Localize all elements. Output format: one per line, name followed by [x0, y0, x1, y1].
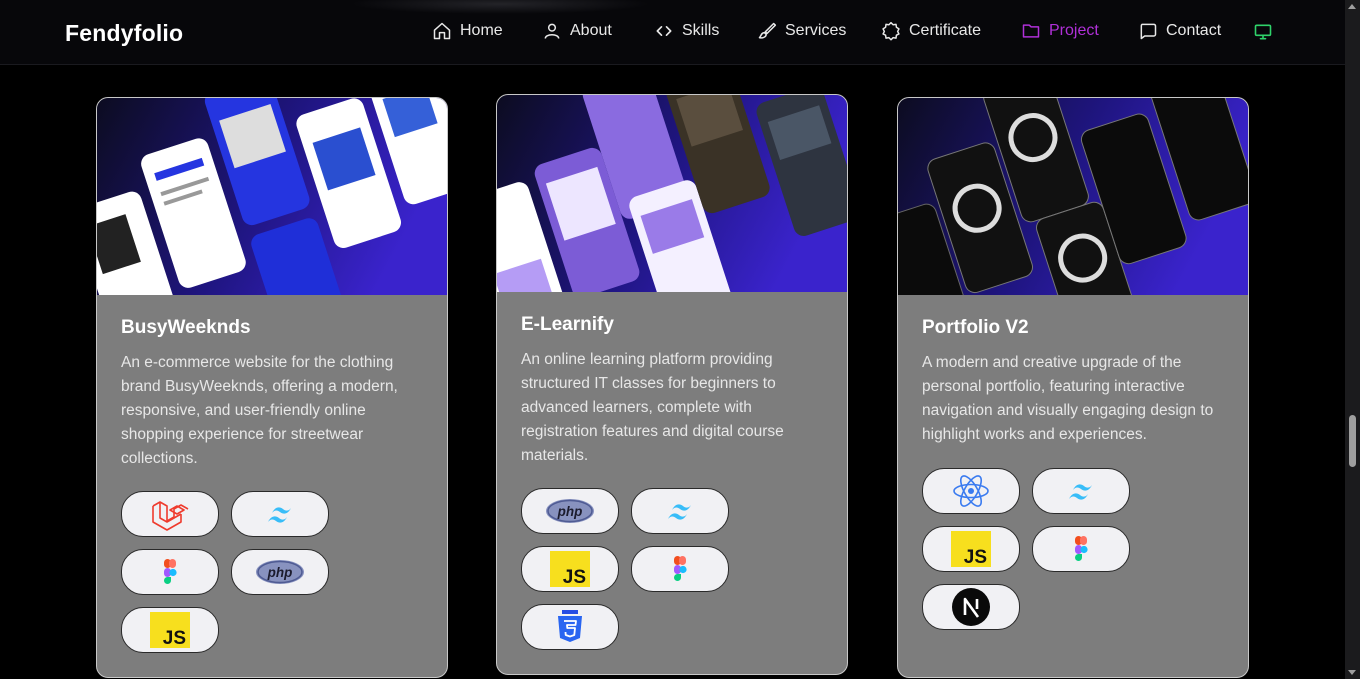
nav-label-project: Project	[1049, 22, 1099, 39]
nav-label-about: About	[570, 22, 612, 39]
project-thumbnail	[97, 98, 447, 295]
home-icon	[433, 22, 451, 40]
project-thumbnail	[497, 95, 847, 292]
nav-label-skills: Skills	[682, 22, 720, 39]
laravel-icon	[121, 491, 219, 537]
php-icon	[521, 488, 619, 534]
javascript-icon	[121, 607, 219, 653]
chat-icon	[1140, 23, 1157, 40]
project-card[interactable]: BusyWeeknds An e-commerce website for th…	[96, 97, 448, 678]
nav-label-certificate: Certificate	[909, 22, 982, 39]
javascript-icon	[922, 526, 1020, 572]
nav-label-contact: Contact	[1166, 22, 1222, 39]
scroll-up-arrow-icon[interactable]	[1348, 4, 1356, 9]
project-title: BusyWeeknds	[121, 317, 251, 338]
project-title: Portfolio V2	[922, 317, 1029, 338]
brush-icon	[758, 22, 777, 39]
tailwind-icon	[231, 491, 329, 537]
tailwind-icon	[1032, 468, 1130, 514]
nav-item-services[interactable]: Services	[757, 21, 846, 41]
figma-icon	[1032, 526, 1130, 572]
navbar-glow	[350, 0, 650, 14]
nav-label-home: Home	[460, 22, 503, 39]
badge-icon	[882, 21, 900, 41]
javascript-icon	[521, 546, 619, 592]
project-card[interactable]: Portfolio V2 A modern and creative upgra…	[897, 97, 1249, 678]
scrollbar-thumb[interactable]	[1349, 415, 1356, 467]
code-icon	[656, 26, 672, 37]
nav-item-skills[interactable]: Skills	[654, 21, 719, 41]
project-description: An e-commerce website for the clothing b…	[121, 354, 398, 467]
nav-item-project[interactable]: Project	[1021, 21, 1099, 41]
nextjs-icon	[922, 584, 1020, 630]
project-description: A modern and creative upgrade of the per…	[922, 354, 1214, 443]
css3-icon	[521, 604, 619, 650]
project-title: E-Learnify	[521, 314, 614, 335]
project-description: An online learning platform providing st…	[521, 351, 784, 464]
figma-icon	[121, 549, 219, 595]
tailwind-icon	[631, 488, 729, 534]
nav-item-home[interactable]: Home	[432, 21, 503, 41]
nav-item-about[interactable]: About	[542, 21, 612, 41]
navbar: Fendyfolio Home About Skills Services Ce…	[0, 0, 1345, 65]
folder-icon	[1022, 24, 1040, 38]
project-thumbnail	[898, 98, 1248, 295]
project-card[interactable]: E-Learnify An online learning platform p…	[496, 94, 848, 675]
react-icon	[922, 468, 1020, 514]
scroll-down-arrow-icon[interactable]	[1348, 670, 1356, 675]
user-icon	[544, 23, 560, 39]
figma-icon	[631, 546, 729, 592]
php-icon	[231, 549, 329, 595]
page-scrollbar[interactable]	[1345, 0, 1360, 679]
brand-logo[interactable]: Fendyfolio	[65, 20, 183, 47]
nav-label-services: Services	[785, 22, 847, 39]
monitor-icon[interactable]	[1253, 22, 1273, 42]
nav-item-certificate[interactable]: Certificate	[881, 21, 981, 41]
nav-item-contact[interactable]: Contact	[1138, 21, 1221, 41]
